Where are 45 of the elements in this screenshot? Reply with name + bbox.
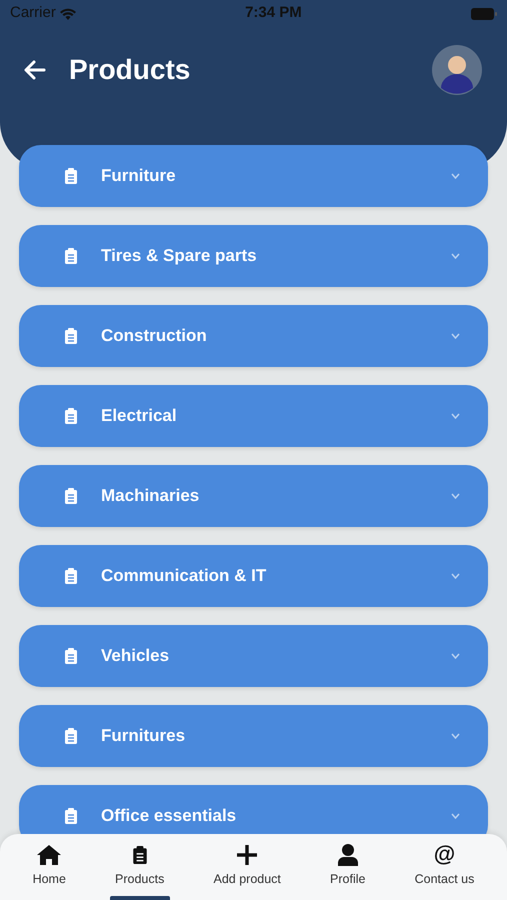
clipboard-icon xyxy=(63,807,79,825)
category-row[interactable]: Electrical xyxy=(19,385,488,447)
chevron-icon xyxy=(451,573,460,579)
carrier-text: Carrier xyxy=(10,3,56,24)
chevron-icon xyxy=(451,493,460,499)
avatar[interactable] xyxy=(432,45,482,95)
nav-tab[interactable]: Add product xyxy=(210,834,285,900)
person-icon xyxy=(338,844,358,866)
nav-tab[interactable]: Profile xyxy=(326,834,370,900)
category-row[interactable]: Tires & Spare parts xyxy=(19,225,488,287)
category-row[interactable]: Construction xyxy=(19,305,488,367)
clipboard-icon xyxy=(63,487,79,505)
chevron-icon xyxy=(451,733,460,739)
clipboard-icon xyxy=(130,844,149,866)
clipboard-icon xyxy=(63,247,79,265)
chevron-icon xyxy=(451,333,460,339)
plus-icon xyxy=(236,844,258,866)
clipboard-icon xyxy=(63,327,79,345)
selected-indicator xyxy=(110,896,170,900)
clipboard-icon xyxy=(63,727,79,745)
clipboard-icon xyxy=(63,647,79,665)
at-sign-icon: @ xyxy=(434,842,456,866)
nav-tab[interactable]: Products xyxy=(111,834,168,900)
back-arrow-icon[interactable] xyxy=(24,60,46,80)
page-title: Products xyxy=(69,53,190,87)
clipboard-icon xyxy=(63,167,79,185)
clipboard-icon xyxy=(63,567,79,585)
nav-tab[interactable]: Home xyxy=(28,834,70,900)
nav-tab[interactable]: @ Contact us xyxy=(410,834,478,900)
chevron-icon xyxy=(451,173,460,179)
wifi-icon xyxy=(60,8,76,20)
category-row[interactable]: Office essentials xyxy=(19,785,488,834)
category-row[interactable]: Furnitures xyxy=(19,705,488,767)
category-row[interactable]: Machinaries xyxy=(19,465,488,527)
category-row[interactable]: Communication & IT xyxy=(19,545,488,607)
time-text: 7:34 PM xyxy=(245,3,302,24)
category-row[interactable]: Furniture xyxy=(19,145,488,207)
chevron-icon xyxy=(451,253,460,259)
chevron-icon xyxy=(451,413,460,419)
home-icon xyxy=(36,844,62,866)
chevron-icon xyxy=(451,653,460,659)
chevron-icon xyxy=(451,813,460,819)
clipboard-icon xyxy=(63,407,79,425)
category-row[interactable]: Vehicles xyxy=(19,625,488,687)
battery-icon xyxy=(470,8,497,20)
